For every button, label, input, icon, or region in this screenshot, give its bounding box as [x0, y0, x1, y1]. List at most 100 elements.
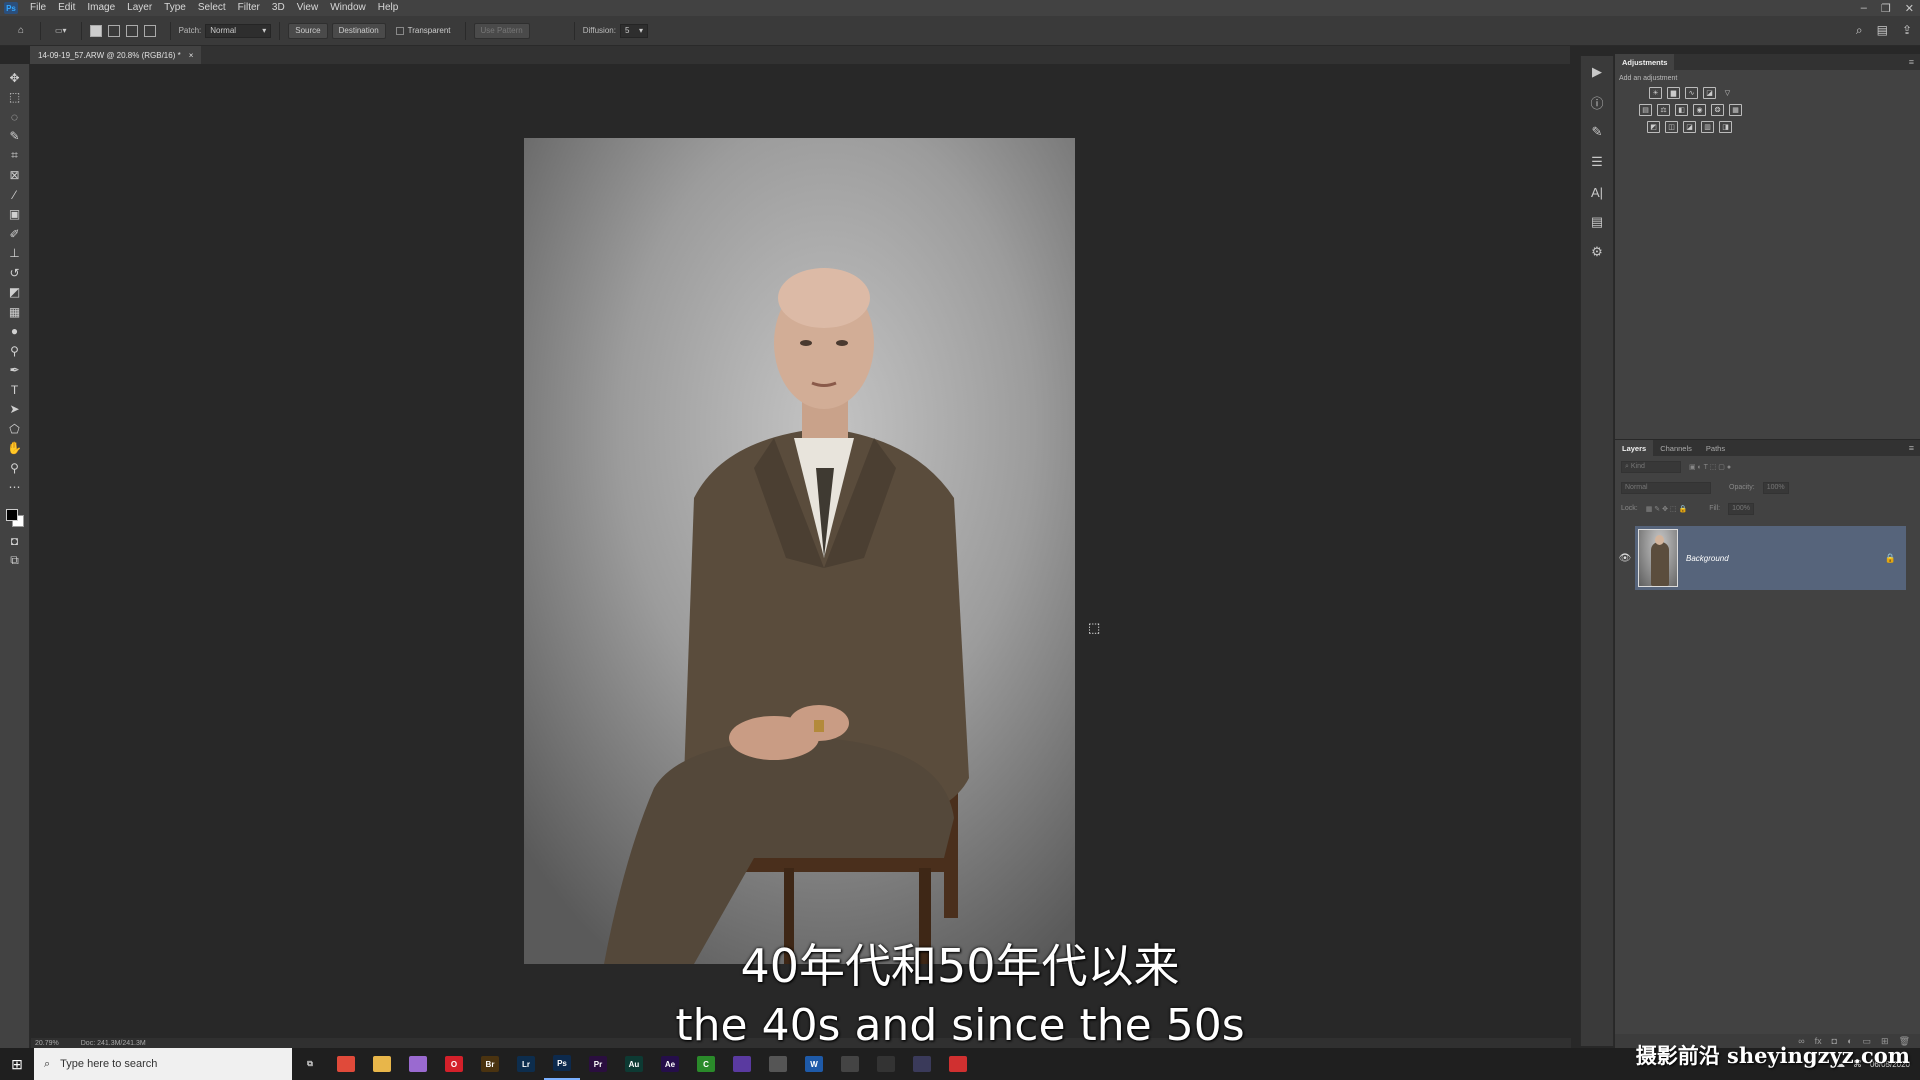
blur-tool-icon[interactable]: ●: [4, 322, 26, 342]
camtasia-icon[interactable]: C: [688, 1048, 724, 1080]
type-tool-icon[interactable]: T: [4, 380, 26, 400]
channel-mixer-icon[interactable]: ❂: [1711, 104, 1724, 116]
lasso-tool-icon[interactable]: ◌: [4, 107, 26, 127]
layer-filter-field[interactable]: ⌕ Kind: [1621, 460, 1681, 473]
quick-mask-icon[interactable]: ◘: [4, 531, 26, 551]
portrait-photo[interactable]: [524, 138, 1075, 964]
adjustments-dock-icon[interactable]: ⚙: [1586, 242, 1608, 262]
share-icon[interactable]: ⇪: [1902, 23, 1912, 38]
audition-icon[interactable]: Au: [616, 1048, 652, 1080]
blend-mode-select[interactable]: Normal: [1621, 481, 1711, 494]
subtract-selection-icon[interactable]: [125, 24, 138, 37]
layer-name[interactable]: Background: [1686, 554, 1729, 563]
screen-mode-icon[interactable]: ⧉: [4, 551, 26, 571]
info-icon[interactable]: ⓘ: [1586, 92, 1608, 112]
clone-stamp-tool-icon[interactable]: ⊥: [4, 244, 26, 264]
opera-icon[interactable]: O: [436, 1048, 472, 1080]
layer-row-background[interactable]: 👁 Background 🔒: [1619, 526, 1906, 590]
color-swatches[interactable]: [4, 503, 26, 531]
foreground-color-swatch[interactable]: [5, 509, 18, 521]
workspace-icon[interactable]: ▤: [1877, 23, 1888, 38]
app-icon[interactable]: [400, 1048, 436, 1080]
panel-menu-icon[interactable]: ≡: [1909, 57, 1914, 67]
filter-icons[interactable]: ▣ ◐ T ⬚ ▢ ●: [1689, 463, 1731, 471]
gradient-tool-icon[interactable]: ▦: [4, 302, 26, 322]
bridge-icon[interactable]: Br: [472, 1048, 508, 1080]
menu-window[interactable]: Window: [324, 0, 372, 16]
source-button[interactable]: Source: [288, 22, 328, 39]
menu-3d[interactable]: 3D: [266, 0, 291, 16]
exposure-icon[interactable]: ◪: [1703, 87, 1716, 99]
curves-icon[interactable]: ∿: [1685, 87, 1698, 99]
zoom-tool-icon[interactable]: ⚲: [4, 458, 26, 478]
word-icon[interactable]: W: [796, 1048, 832, 1080]
app-icon[interactable]: [724, 1048, 760, 1080]
tab-paths[interactable]: Paths: [1699, 440, 1732, 456]
diffusion-select[interactable]: 5 ▾: [619, 23, 648, 38]
close-icon[interactable]: ✕: [1905, 2, 1914, 15]
black-white-icon[interactable]: ◧: [1675, 104, 1688, 116]
restore-icon[interactable]: ❐: [1881, 2, 1891, 15]
opacity-field[interactable]: 100%: [1762, 481, 1789, 494]
menu-type[interactable]: Type: [158, 0, 192, 16]
invert-icon[interactable]: ◩: [1647, 121, 1660, 133]
fill-field[interactable]: 100%: [1728, 502, 1755, 515]
file-explorer-icon[interactable]: [364, 1048, 400, 1080]
menu-filter[interactable]: Filter: [232, 0, 266, 16]
play-actions-icon[interactable]: ▶: [1586, 62, 1608, 82]
hand-tool-icon[interactable]: ✋: [4, 439, 26, 459]
selective-color-icon[interactable]: ◨: [1719, 121, 1732, 133]
path-selection-tool-icon[interactable]: ➤: [4, 400, 26, 420]
document-tab[interactable]: 14-09-19_57.ARW @ 20.8% (RGB/16) * ×: [30, 46, 202, 64]
brush-tool-icon[interactable]: ✐: [4, 224, 26, 244]
lightroom-icon[interactable]: Lr: [508, 1048, 544, 1080]
app-icon[interactable]: [760, 1048, 796, 1080]
close-tab-icon[interactable]: ×: [189, 51, 194, 60]
new-selection-icon[interactable]: [89, 24, 102, 37]
move-tool-icon[interactable]: ✥: [4, 68, 26, 88]
dodge-tool-icon[interactable]: ⚲: [4, 341, 26, 361]
frame-tool-icon[interactable]: ⊠: [4, 166, 26, 186]
menu-select[interactable]: Select: [192, 0, 232, 16]
eraser-tool-icon[interactable]: ◩: [4, 283, 26, 303]
levels-icon[interactable]: ▆: [1667, 87, 1680, 99]
photoshop-icon[interactable]: Ps: [544, 1048, 580, 1080]
quick-selection-tool-icon[interactable]: ✎: [4, 127, 26, 147]
brush-settings-icon[interactable]: ✎: [1586, 122, 1608, 142]
search-icon[interactable]: ⌕: [1856, 23, 1863, 38]
app-icon[interactable]: [868, 1048, 904, 1080]
menu-layer[interactable]: Layer: [121, 0, 158, 16]
character-icon[interactable]: A|: [1586, 182, 1608, 202]
libraries-icon[interactable]: ▤: [1586, 212, 1608, 232]
adjustments-tab[interactable]: Adjustments: [1615, 54, 1675, 70]
tab-channels[interactable]: Channels: [1653, 440, 1699, 456]
patch-tool-preset-icon[interactable]: ▭▾: [49, 23, 73, 39]
patch-tool-icon[interactable]: ▣: [4, 205, 26, 225]
lock-icon[interactable]: 🔒: [1885, 553, 1896, 564]
visibility-eye-icon[interactable]: 👁: [1615, 526, 1635, 590]
threshold-icon[interactable]: ◪: [1683, 121, 1696, 133]
task-view-icon[interactable]: ⧉: [292, 1048, 328, 1080]
more-tools-icon[interactable]: ⋯: [4, 478, 26, 498]
add-selection-icon[interactable]: [107, 24, 120, 37]
lock-icons[interactable]: ▦ ✎ ✥ ⬚ 🔒: [1646, 505, 1687, 513]
chrome-icon[interactable]: [328, 1048, 364, 1080]
recorder-icon[interactable]: [940, 1048, 976, 1080]
color-lookup-icon[interactable]: ▦: [1729, 104, 1742, 116]
menu-edit[interactable]: Edit: [52, 0, 81, 16]
photo-filter-icon[interactable]: ◉: [1693, 104, 1706, 116]
tab-layers[interactable]: Layers: [1615, 440, 1654, 456]
pen-tool-icon[interactable]: ✒: [4, 361, 26, 381]
transparent-checkbox[interactable]: Transparent: [390, 23, 457, 39]
app-icon[interactable]: [904, 1048, 940, 1080]
intersect-selection-icon[interactable]: [143, 24, 156, 37]
use-pattern-button[interactable]: Use Pattern: [473, 22, 530, 39]
crop-tool-icon[interactable]: ⌗: [4, 146, 26, 166]
posterize-icon[interactable]: ◫: [1665, 121, 1678, 133]
marquee-tool-icon[interactable]: ⬚: [4, 88, 26, 108]
home-icon[interactable]: ⌂: [10, 20, 32, 42]
gradient-map-icon[interactable]: ▥: [1701, 121, 1714, 133]
color-balance-icon[interactable]: ⚖: [1657, 104, 1670, 116]
patch-mode-select[interactable]: Normal ▾: [205, 23, 272, 38]
menu-image[interactable]: Image: [81, 0, 121, 16]
